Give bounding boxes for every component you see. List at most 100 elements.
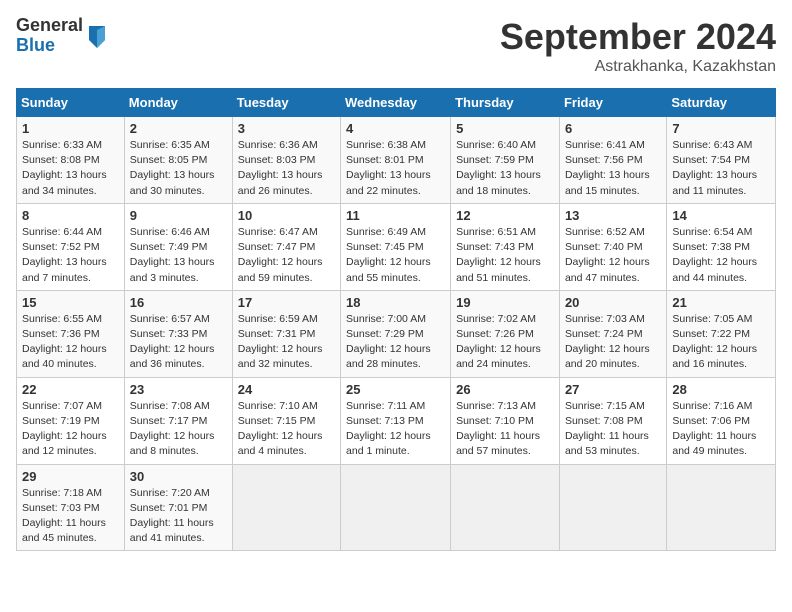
week-row: 1 Sunrise: 6:33 AM Sunset: 8:08 PM Daylig… [17,117,776,204]
day-info: Sunrise: 6:46 AM Sunset: 7:49 PM Dayligh… [130,225,227,286]
day-info: Sunrise: 6:33 AM Sunset: 8:08 PM Dayligh… [22,138,119,199]
calendar-cell: 22Sunrise: 7:07 AM Sunset: 7:19 PM Dayli… [17,377,125,464]
calendar-cell: 4 Sunrise: 6:38 AM Sunset: 8:01 PM Daylig… [341,117,451,204]
calendar-cell: 26Sunrise: 7:13 AM Sunset: 7:10 PM Dayli… [451,377,560,464]
day-number: 25 [346,382,445,397]
day-info: Sunrise: 7:08 AM Sunset: 7:17 PM Dayligh… [130,399,227,460]
day-number: 28 [672,382,770,397]
month-title: September 2024 [500,16,776,58]
day-number: 30 [130,469,227,484]
day-info: Sunrise: 7:16 AM Sunset: 7:06 PM Dayligh… [672,399,770,460]
day-info: Sunrise: 7:00 AM Sunset: 7:29 PM Dayligh… [346,312,445,373]
calendar-cell: 21Sunrise: 7:05 AM Sunset: 7:22 PM Dayli… [667,290,776,377]
calendar-cell: 15 Sunrise: 6:55 AM Sunset: 7:36 PM Dayli… [17,290,125,377]
calendar-cell: 11 Sunrise: 6:49 AM Sunset: 7:45 PM Dayli… [341,203,451,290]
col-header-saturday: Saturday [667,89,776,117]
calendar-cell: 7 Sunrise: 6:43 AM Sunset: 7:54 PM Daylig… [667,117,776,204]
calendar-cell: 27Sunrise: 7:15 AM Sunset: 7:08 PM Dayli… [559,377,666,464]
day-number: 18 [346,295,445,310]
calendar-cell: 28 Sunrise: 7:16 AM Sunset: 7:06 PM Dayli… [667,377,776,464]
day-info: Sunrise: 7:02 AM Sunset: 7:26 PM Dayligh… [456,312,554,373]
calendar-cell: 23 Sunrise: 7:08 AM Sunset: 7:17 PM Dayli… [124,377,232,464]
day-number: 4 [346,121,445,136]
day-info: Sunrise: 6:43 AM Sunset: 7:54 PM Dayligh… [672,138,770,199]
day-number: 16 [130,295,227,310]
logo-icon [85,22,109,50]
day-info: Sunrise: 7:10 AM Sunset: 7:15 PM Dayligh… [238,399,335,460]
calendar-cell: 25 Sunrise: 7:11 AM Sunset: 7:13 PM Dayli… [341,377,451,464]
col-header-wednesday: Wednesday [341,89,451,117]
day-number: 21 [672,295,770,310]
calendar-cell: 20 Sunrise: 7:03 AM Sunset: 7:24 PM Dayli… [559,290,666,377]
calendar-cell: 17Sunrise: 6:59 AM Sunset: 7:31 PM Dayli… [232,290,340,377]
day-info: Sunrise: 7:13 AM Sunset: 7:10 PM Dayligh… [456,399,554,460]
day-info: Sunrise: 7:15 AM Sunset: 7:08 PM Dayligh… [565,399,661,460]
day-number: 1 [22,121,119,136]
day-info: Sunrise: 7:07 AM Sunset: 7:19 PM Dayligh… [22,399,119,460]
day-number: 3 [238,121,335,136]
week-row: 22Sunrise: 7:07 AM Sunset: 7:19 PM Dayli… [17,377,776,464]
calendar-cell: 10Sunrise: 6:47 AM Sunset: 7:47 PM Dayli… [232,203,340,290]
day-number: 23 [130,382,227,397]
day-number: 29 [22,469,119,484]
week-row: 15 Sunrise: 6:55 AM Sunset: 7:36 PM Dayli… [17,290,776,377]
day-number: 13 [565,208,661,223]
day-info: Sunrise: 6:49 AM Sunset: 7:45 PM Dayligh… [346,225,445,286]
day-info: Sunrise: 6:55 AM Sunset: 7:36 PM Dayligh… [22,312,119,373]
day-number: 15 [22,295,119,310]
day-number: 8 [22,208,119,223]
day-number: 2 [130,121,227,136]
location-subtitle: Astrakhanka, Kazakhstan [500,58,776,76]
calendar-table: SundayMondayTuesdayWednesdayThursdayFrid… [16,88,776,551]
day-number: 20 [565,295,661,310]
day-info: Sunrise: 6:40 AM Sunset: 7:59 PM Dayligh… [456,138,554,199]
day-info: Sunrise: 7:20 AM Sunset: 7:01 PM Dayligh… [130,486,227,547]
calendar-cell: 18 Sunrise: 7:00 AM Sunset: 7:29 PM Dayli… [341,290,451,377]
col-header-monday: Monday [124,89,232,117]
calendar-cell: 1 Sunrise: 6:33 AM Sunset: 8:08 PM Daylig… [17,117,125,204]
day-info: Sunrise: 6:51 AM Sunset: 7:43 PM Dayligh… [456,225,554,286]
day-number: 24 [238,382,335,397]
day-info: Sunrise: 6:57 AM Sunset: 7:33 PM Dayligh… [130,312,227,373]
day-info: Sunrise: 6:44 AM Sunset: 7:52 PM Dayligh… [22,225,119,286]
col-header-friday: Friday [559,89,666,117]
calendar-cell: 19 Sunrise: 7:02 AM Sunset: 7:26 PM Dayli… [451,290,560,377]
title-block: September 2024 Astrakhanka, Kazakhstan [500,16,776,76]
day-number: 14 [672,208,770,223]
day-info: Sunrise: 6:54 AM Sunset: 7:38 PM Dayligh… [672,225,770,286]
calendar-cell [559,464,666,551]
calendar-cell: 29Sunrise: 7:18 AM Sunset: 7:03 PM Dayli… [17,464,125,551]
week-row: 8 Sunrise: 6:44 AM Sunset: 7:52 PM Daylig… [17,203,776,290]
col-header-tuesday: Tuesday [232,89,340,117]
day-info: Sunrise: 7:11 AM Sunset: 7:13 PM Dayligh… [346,399,445,460]
day-info: Sunrise: 6:38 AM Sunset: 8:01 PM Dayligh… [346,138,445,199]
day-info: Sunrise: 6:52 AM Sunset: 7:40 PM Dayligh… [565,225,661,286]
logo-text: General Blue [16,16,83,56]
logo-general: General [16,16,83,36]
calendar-cell: 3Sunrise: 6:36 AM Sunset: 8:03 PM Daylig… [232,117,340,204]
calendar-cell: 6Sunrise: 6:41 AM Sunset: 7:56 PM Daylig… [559,117,666,204]
col-header-thursday: Thursday [451,89,560,117]
calendar-cell: 12 Sunrise: 6:51 AM Sunset: 7:43 PM Dayli… [451,203,560,290]
day-info: Sunrise: 6:35 AM Sunset: 8:05 PM Dayligh… [130,138,227,199]
calendar-cell: 5Sunrise: 6:40 AM Sunset: 7:59 PM Daylig… [451,117,560,204]
day-number: 10 [238,208,335,223]
day-number: 12 [456,208,554,223]
calendar-cell [232,464,340,551]
calendar-cell: 24 Sunrise: 7:10 AM Sunset: 7:15 PM Dayli… [232,377,340,464]
day-number: 7 [672,121,770,136]
calendar-cell: 16 Sunrise: 6:57 AM Sunset: 7:33 PM Dayli… [124,290,232,377]
day-number: 17 [238,295,335,310]
calendar-cell: 13 Sunrise: 6:52 AM Sunset: 7:40 PM Dayli… [559,203,666,290]
week-row: 29Sunrise: 7:18 AM Sunset: 7:03 PM Dayli… [17,464,776,551]
calendar-cell: 30 Sunrise: 7:20 AM Sunset: 7:01 PM Dayli… [124,464,232,551]
calendar-cell: 14 Sunrise: 6:54 AM Sunset: 7:38 PM Dayli… [667,203,776,290]
calendar-cell [341,464,451,551]
calendar-cell: 9Sunrise: 6:46 AM Sunset: 7:49 PM Daylig… [124,203,232,290]
day-number: 11 [346,208,445,223]
logo-blue: Blue [16,36,83,56]
day-number: 19 [456,295,554,310]
page-header: General Blue September 2024 Astrakhanka,… [16,16,776,76]
calendar-cell [667,464,776,551]
day-info: Sunrise: 7:03 AM Sunset: 7:24 PM Dayligh… [565,312,661,373]
